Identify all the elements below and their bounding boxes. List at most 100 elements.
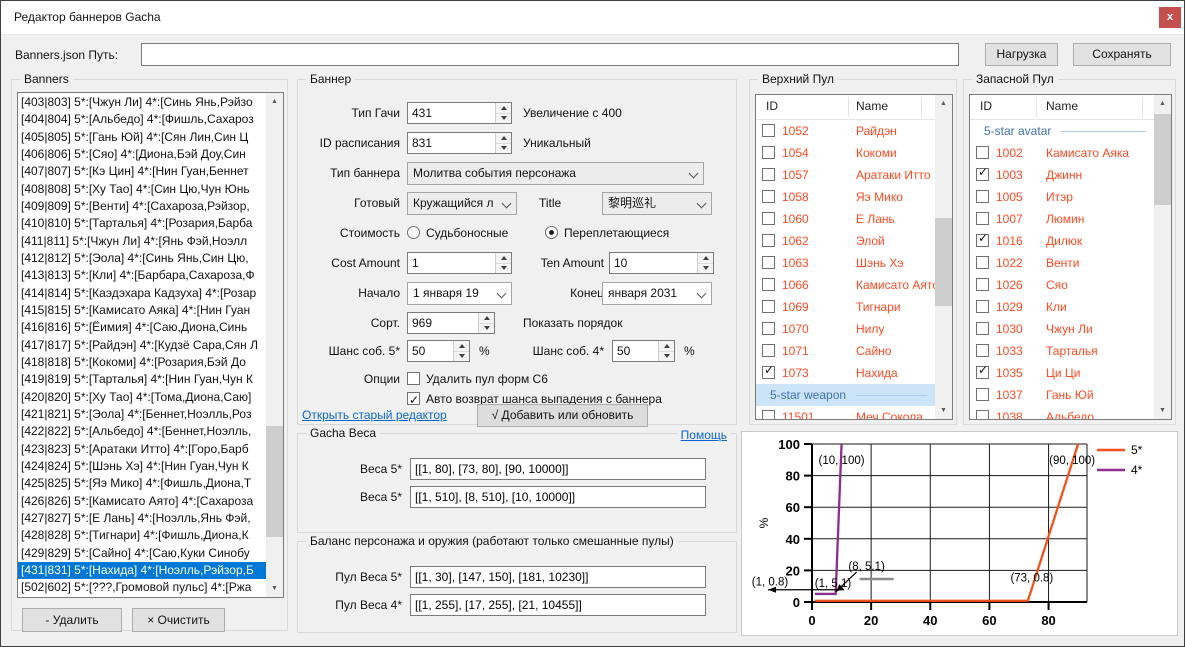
- banner-list-item[interactable]: [421|821] 5*:[Эола] 4*:[Беннет,Ноэлль,Ро…: [18, 406, 266, 423]
- checkbox-icon[interactable]: [762, 256, 775, 269]
- banner-list-item[interactable]: [416|816] 5*:[Ёимия] 4*:[Саю,Диона,Синь: [18, 319, 266, 336]
- pool-row[interactable]: 11501Меч Сокола: [756, 406, 935, 419]
- checkbox-icon[interactable]: [976, 146, 989, 159]
- pool-row[interactable]: 1052Райдэн: [756, 120, 935, 142]
- banner-list-item[interactable]: [412|812] 5*:[Эола] 4*:[Синь Янь,Син Цю,: [18, 250, 266, 267]
- pool-row[interactable]: 1016Дилюк: [970, 230, 1154, 252]
- spin-up-icon[interactable]: [484, 316, 490, 320]
- banner-list-item[interactable]: [409|809] 5*:[Венти] 4*:[Сахароза,Рэйзор…: [18, 198, 266, 215]
- scroll-up-icon[interactable]: ▲: [935, 95, 952, 112]
- checkbox-icon[interactable]: [762, 322, 775, 335]
- checkbox-icon[interactable]: [762, 146, 775, 159]
- checkbox-checked-icon[interactable]: [407, 392, 420, 405]
- spin-up-icon[interactable]: [501, 106, 507, 110]
- banner-list-item[interactable]: [419|819] 5*:[Тарталья] 4*:[Нин Гуан,Чун…: [18, 371, 266, 388]
- pool-row[interactable]: 1062Элой: [756, 230, 935, 252]
- upper-pool-list[interactable]: ID Name 1052Райдэн1054Кокоми1057Аратаки …: [755, 94, 953, 420]
- pool-weights4-input[interactable]: [410, 594, 706, 616]
- banner-list-item[interactable]: [423|823] 5*:[Аратаки Итто] 4*:[Горо,Бар…: [18, 441, 266, 458]
- add-update-button[interactable]: √ Добавить или обновить: [477, 404, 648, 427]
- banner-list-item[interactable]: [403|803] 5*:[Чжун Ли] 4*:[Синь Янь,Рэйз…: [18, 94, 266, 111]
- begin-date-combo[interactable]: 1 января 19: [407, 282, 512, 305]
- pool-row[interactable]: 1033Тарталья: [970, 340, 1154, 362]
- pool-row[interactable]: 1060Е Лань: [756, 208, 935, 230]
- backup-pool-scrollbar[interactable]: ▲ ▼: [1154, 95, 1171, 419]
- load-button[interactable]: Нагрузка: [985, 43, 1058, 66]
- banner-list-item[interactable]: [404|804] 5*:[Альбедо] 4*:[Фишль,Сахароз: [18, 111, 266, 128]
- path-input[interactable]: [141, 43, 959, 66]
- checkbox-icon[interactable]: [976, 212, 989, 225]
- weights4-input[interactable]: [410, 486, 706, 508]
- scroll-up-icon[interactable]: ▲: [266, 93, 283, 110]
- spinner-buttons[interactable]: [478, 313, 494, 333]
- banner-list-item[interactable]: [405|805] 5*:[Гань Юй] 4*:[Сян Лин,Син Ц: [18, 129, 266, 146]
- pool-row[interactable]: 1057Аратаки Итто: [756, 164, 935, 186]
- gacha-type-spinner[interactable]: 431: [407, 102, 512, 124]
- checkbox-icon[interactable]: [976, 388, 989, 401]
- spinner-buttons[interactable]: [697, 253, 713, 273]
- sort-spinner[interactable]: 969: [407, 312, 495, 334]
- checkbox-icon[interactable]: [762, 212, 775, 225]
- pool-row[interactable]: 1003Джинн: [970, 164, 1154, 186]
- scroll-thumb[interactable]: [935, 218, 952, 305]
- end-date-combo[interactable]: января 2031: [602, 282, 712, 305]
- clear-banners-button[interactable]: × Очистить: [132, 608, 225, 632]
- open-old-editor-link[interactable]: Открыть старый редактор: [302, 408, 447, 422]
- upper-pool-scrollbar[interactable]: ▲ ▼: [935, 95, 952, 419]
- cost-radio-intertwined[interactable]: Переплетающиеся: [545, 222, 669, 244]
- ten-amount-spinner[interactable]: 10: [609, 252, 714, 274]
- checkbox-icon[interactable]: [762, 410, 775, 419]
- spin-down-icon[interactable]: [484, 326, 490, 330]
- spinner-buttons[interactable]: [453, 341, 469, 361]
- banner-list-item[interactable]: [426|826] 5*:[Камисато Аято] 4*:[Сахароз…: [18, 493, 266, 510]
- checkbox-icon[interactable]: [976, 344, 989, 357]
- banner-list-item[interactable]: [422|822] 5*:[Альбедо] 4*:[Беннет,Ноэлль…: [18, 423, 266, 440]
- checkbox-icon[interactable]: [762, 300, 775, 313]
- pool-row[interactable]: 1066Камисато Аято: [756, 274, 935, 296]
- pool-row[interactable]: 1035Ци Ци: [970, 362, 1154, 384]
- pool-row[interactable]: 1054Кокоми: [756, 142, 935, 164]
- spin-down-icon[interactable]: [703, 266, 709, 270]
- pool-row[interactable]: 1029Кли: [970, 296, 1154, 318]
- spin-down-icon[interactable]: [664, 354, 670, 358]
- banner-list-item[interactable]: [415|815] 5*:[Камисато Аяка] 4*:[Нин Гуа…: [18, 302, 266, 319]
- spin-down-icon[interactable]: [501, 146, 507, 150]
- pool-row[interactable]: 1058Яэ Мико: [756, 186, 935, 208]
- spinner-buttons[interactable]: [495, 133, 511, 153]
- banner-list-item[interactable]: [413|813] 5*:[Кли] 4*:[Барбара,Сахароза,…: [18, 267, 266, 284]
- banner-type-combo[interactable]: Молитва события персонажа: [407, 162, 704, 185]
- banner-list-item[interactable]: [410|810] 5*:[Тарталья] 4*:[Розария,Барб…: [18, 215, 266, 232]
- weights5-input[interactable]: [410, 458, 706, 480]
- banner-list-item[interactable]: [424|824] 5*:[Шэнь Хэ] 4*:[Нин Гуан,Чун …: [18, 458, 266, 475]
- spinner-buttons[interactable]: [658, 341, 674, 361]
- pool-row[interactable]: 1022Венти: [970, 252, 1154, 274]
- spin-up-icon[interactable]: [703, 256, 709, 260]
- checkbox-icon[interactable]: [762, 168, 775, 181]
- banners-scrollbar[interactable]: ▲ ▼: [266, 93, 283, 597]
- chance4-spinner[interactable]: 50: [612, 340, 675, 362]
- pool-row[interactable]: 1005Итэр: [970, 186, 1154, 208]
- spin-up-icon[interactable]: [664, 344, 670, 348]
- banner-list-item[interactable]: [414|814] 5*:[Каэдэхара Кадзуха] 4*:[Роз…: [18, 285, 266, 302]
- spin-down-icon[interactable]: [501, 116, 507, 120]
- checkbox-icon[interactable]: [762, 190, 775, 203]
- scroll-thumb[interactable]: [1154, 114, 1171, 205]
- radio-icon[interactable]: [407, 226, 420, 239]
- option-remove-c6-checkbox[interactable]: Удалить пул форм С6: [407, 368, 548, 390]
- checkbox-icon[interactable]: [762, 278, 775, 291]
- radio-selected-icon[interactable]: [545, 226, 558, 239]
- spinner-buttons[interactable]: [495, 103, 511, 123]
- banner-list-item[interactable]: [431|831] 5*:[Нахида] 4*:[Ноэлль,Рэйзор,…: [18, 562, 266, 579]
- pool-row[interactable]: 1073Нахида: [756, 362, 935, 384]
- banner-list-item[interactable]: [418|818] 5*:[Кокоми] 4*:[Розария,Бэй До: [18, 354, 266, 371]
- spin-up-icon[interactable]: [459, 344, 465, 348]
- checkbox-checked-icon[interactable]: [976, 234, 989, 247]
- pool-row[interactable]: 1002Камисато Аяка: [970, 142, 1154, 164]
- banner-list-item[interactable]: [407|807] 5*:[Кэ Цин] 4*:[Нин Гуан,Бенне…: [18, 163, 266, 180]
- checkbox-icon[interactable]: [762, 234, 775, 247]
- schedule-id-spinner[interactable]: 831: [407, 132, 512, 154]
- pool-row[interactable]: 1038Альбедо: [970, 406, 1154, 419]
- spinner-buttons[interactable]: [495, 253, 511, 273]
- checkbox-icon[interactable]: [976, 322, 989, 335]
- pool-row[interactable]: 1071Сайно: [756, 340, 935, 362]
